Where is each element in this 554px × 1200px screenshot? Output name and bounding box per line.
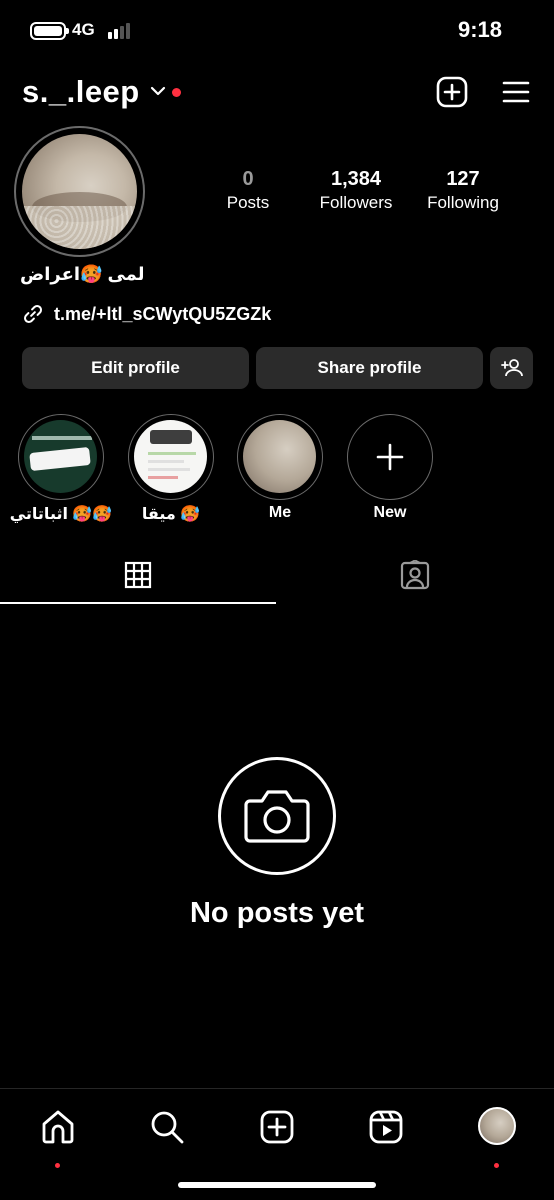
highlight-label: Me: [268, 504, 292, 521]
discover-people-button[interactable]: [490, 347, 533, 389]
clock: 9:18: [457, 17, 502, 42]
signal-icon: [108, 23, 130, 39]
highlight-cover: [134, 420, 207, 493]
edit-profile-button[interactable]: Edit profile: [22, 347, 249, 389]
status-bar: 4G 9:18: [0, 0, 554, 62]
nav-profile[interactable]: [476, 1107, 516, 1168]
share-profile-button[interactable]: Share profile: [256, 347, 483, 389]
grid-icon: [124, 561, 152, 589]
stat-following[interactable]: 127 Following: [420, 168, 506, 213]
highlight-label: New: [373, 504, 407, 521]
link-text[interactable]: t.me/+ltl_sCWytQU5ZGZk: [54, 304, 271, 325]
add-person-icon: [500, 359, 523, 377]
plus-icon: [376, 443, 404, 471]
camera-icon: [244, 790, 310, 843]
create-icon: [260, 1110, 294, 1144]
stat-posts: 0 Posts: [218, 168, 278, 213]
highlight-cover: [24, 420, 97, 493]
highlight-2[interactable]: [128, 414, 214, 500]
notification-dot: [172, 88, 181, 97]
highlight-cover: [243, 420, 316, 493]
network-type: 4G: [72, 20, 95, 39]
nav-create[interactable]: [257, 1107, 297, 1147]
followers-count: 1,384: [330, 168, 382, 190]
nav-search[interactable]: [147, 1107, 187, 1147]
notification-dot: [55, 1163, 60, 1168]
avatar: [478, 1107, 516, 1145]
active-tab-indicator: [0, 602, 276, 604]
nav-reels[interactable]: [366, 1107, 406, 1147]
following-label: Following: [427, 193, 499, 212]
username-title[interactable]: s._.leep: [22, 74, 140, 110]
bio-link[interactable]: t.me/+ltl_sCWytQU5ZGZk: [22, 301, 271, 327]
stat-followers[interactable]: 1,384 Followers: [308, 168, 404, 213]
display-name: لمى 🥵اعراض: [20, 264, 145, 284]
highlight-label: ميقا 🥵: [141, 506, 201, 523]
highlight-3[interactable]: [237, 414, 323, 500]
following-count: 127: [446, 168, 480, 190]
avatar[interactable]: [22, 134, 137, 249]
nav-home[interactable]: [38, 1107, 78, 1168]
new-post-icon[interactable]: [436, 76, 468, 108]
tab-tagged[interactable]: [278, 545, 554, 605]
followers-label: Followers: [319, 193, 393, 212]
link-icon: [23, 304, 43, 324]
posts-label: Posts: [226, 193, 270, 212]
reels-icon: [369, 1110, 403, 1144]
chevron-down-icon[interactable]: [150, 84, 166, 98]
home-icon: [42, 1110, 74, 1144]
notification-dot: [494, 1163, 499, 1168]
battery-icon: [30, 22, 69, 40]
highlight-label: اثباتاتي 🥵🥵: [9, 506, 113, 523]
highlight-1[interactable]: [18, 414, 104, 500]
menu-icon[interactable]: [502, 80, 530, 104]
posts-count: 0: [242, 168, 254, 190]
empty-state-title: No posts yet: [189, 897, 365, 929]
home-indicator[interactable]: [178, 1182, 376, 1188]
tab-posts-grid[interactable]: [0, 545, 276, 605]
search-icon: [151, 1111, 184, 1144]
new-highlight-button[interactable]: [347, 414, 433, 500]
tagged-icon: [400, 560, 430, 590]
